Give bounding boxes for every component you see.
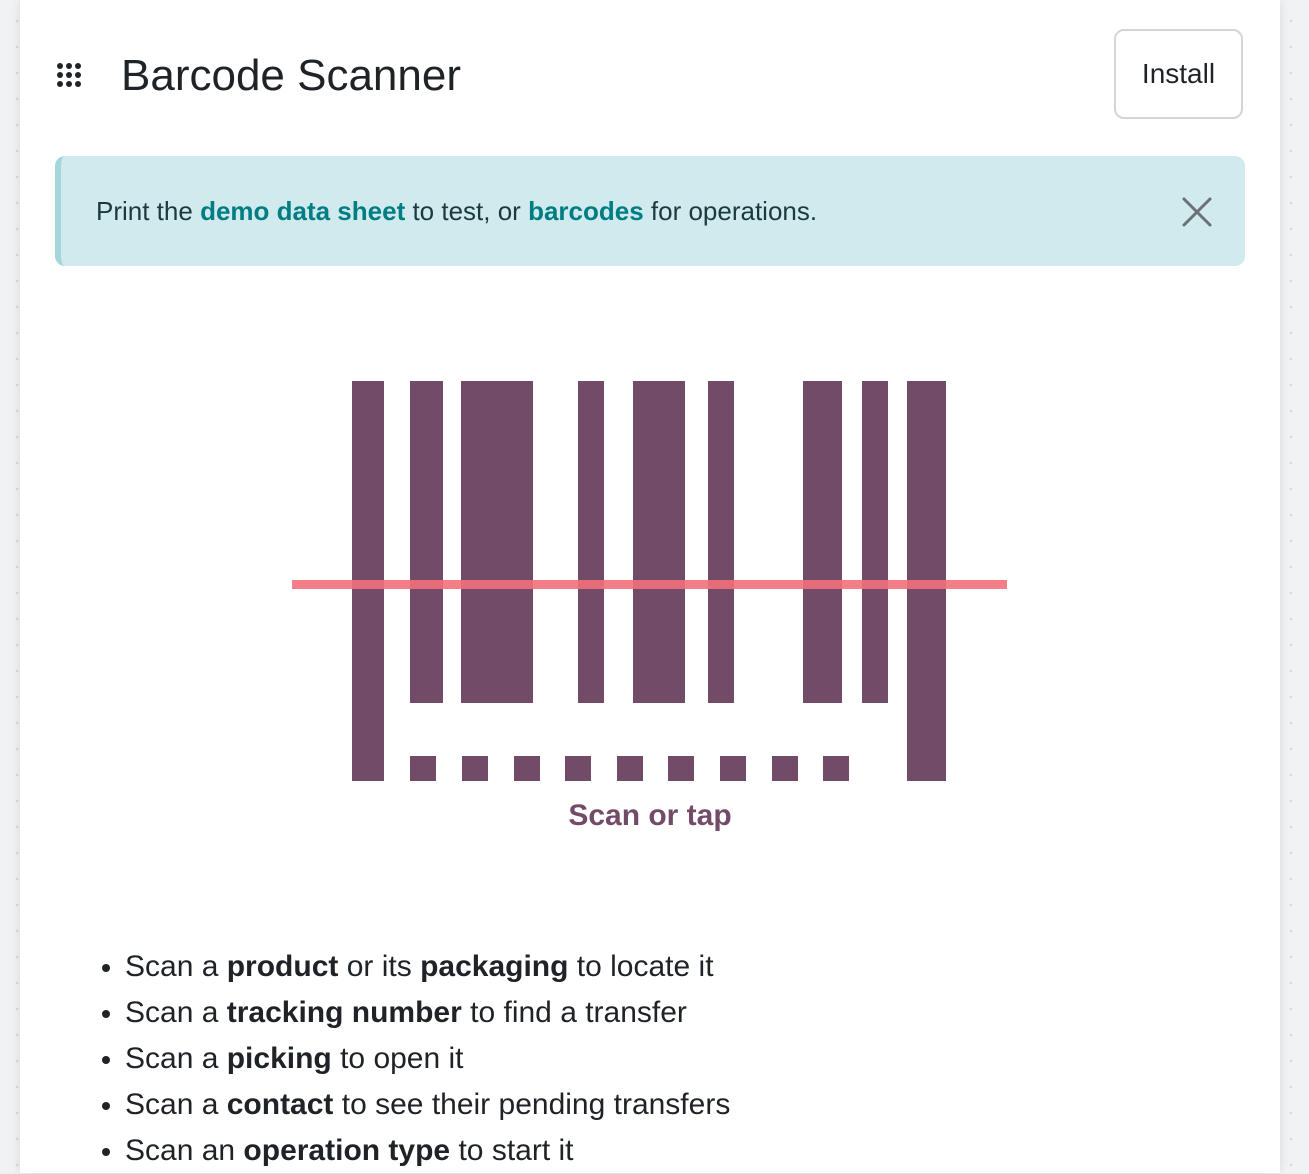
demo-data-sheet-link[interactable]: demo data sheet (200, 196, 405, 226)
grid-9-dots-icon[interactable] (56, 62, 82, 88)
close-icon[interactable] (1181, 196, 1213, 228)
scan-or-tap-label[interactable]: Scan or tap (20, 796, 1280, 836)
alert-text-2: to test, or (405, 196, 529, 226)
barcode-scan-illustration[interactable] (290, 370, 1010, 790)
alert-message: Print the demo data sheet to test, or ba… (96, 194, 817, 228)
list-item: Scan a product or its packaging to locat… (125, 944, 730, 990)
install-button[interactable]: Install (1114, 29, 1243, 119)
list-item: Scan a contact to see their pending tran… (125, 1082, 730, 1128)
scan-laser-line (292, 580, 1007, 589)
barcodes-link[interactable]: barcodes (528, 196, 644, 226)
page-title: Barcode Scanner (121, 51, 461, 100)
alert-text-1: Print the (96, 196, 201, 226)
list-item: Scan a tracking number to find a transfe… (125, 990, 730, 1036)
list-item: Scan an operation type to start it (125, 1128, 730, 1174)
instructions-list: Scan a product or its packaging to locat… (95, 944, 730, 1174)
info-alert: Print the demo data sheet to test, or ba… (55, 156, 1245, 266)
alert-text-3: for operations. (643, 196, 818, 226)
list-item: Scan a picking to open it (125, 1036, 730, 1082)
main-panel: Barcode Scanner Install Print the demo d… (20, 0, 1280, 1173)
